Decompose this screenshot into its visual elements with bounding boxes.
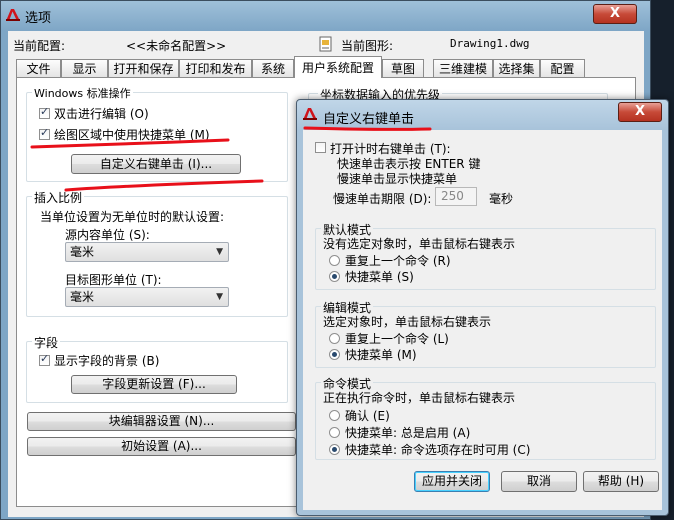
command-options-radio[interactable] <box>329 444 340 455</box>
windows-standard-title: Windows 标准操作 <box>32 85 133 101</box>
source-units-value: 毫米 <box>70 245 95 259</box>
slow-period-value: 250 <box>441 189 464 203</box>
current-profile-value: <<未命名配置>> <box>126 39 227 53</box>
chevron-down-icon: ▼ <box>216 292 223 302</box>
dialog-close-button[interactable]: X <box>618 102 662 122</box>
slow-period-label: 慢速单击期限 (D): <box>333 192 432 206</box>
default-mode-desc: 没有选定对象时，单击鼠标右键表示 <box>323 237 516 251</box>
apply-close-button[interactable]: 应用并关闭 <box>414 471 490 492</box>
edit-shortcut-radio[interactable] <box>329 349 340 360</box>
custom-rightclick-button[interactable]: 自定义右键单击 (I)... <box>71 154 241 174</box>
command-always-radio[interactable] <box>329 427 340 438</box>
tab-profiles[interactable]: 配置 <box>540 59 585 77</box>
close-icon: X <box>634 104 646 119</box>
field-title: 字段 <box>32 334 61 351</box>
block-editor-settings-button[interactable]: 块编辑器设置 (N)... <box>27 412 296 431</box>
help-button[interactable]: 帮助 (H) <box>583 471 659 492</box>
slow-click-text: 慢速单击显示快捷菜单 <box>337 172 458 186</box>
target-units-label: 目标图形单位 (T): <box>65 273 162 287</box>
dialog-client-area: 打开计时右键单击 (T): 快速单击表示按 ENTER 键 慢速单击显示快捷菜单… <box>303 130 662 510</box>
command-options-label: 快捷菜单: 命令选项存在时可用 (C) <box>345 443 531 457</box>
timer-rightclick-checkbox[interactable] <box>315 142 326 153</box>
field-background-checkbox[interactable] <box>39 352 50 366</box>
insert-scale-title: 插入比例 <box>32 189 85 206</box>
source-units-select[interactable]: 毫米 ▼ <box>65 242 229 262</box>
edit-mode-desc: 选定对象时，单击鼠标右键表示 <box>323 315 492 329</box>
app-icon <box>5 7 21 23</box>
custom-rightclick-dialog: 自定义右键单击 X 打开计时右键单击 (T): 快速单击表示按 ENTER 键 … <box>296 99 669 516</box>
shortcut-menu-checkbox[interactable] <box>39 126 50 140</box>
tab-system[interactable]: 系统 <box>252 59 294 77</box>
edit-repeat-radio[interactable] <box>329 333 340 344</box>
cancel-button[interactable]: 取消 <box>501 471 577 492</box>
window-title: 选项 <box>25 11 52 26</box>
insert-scale-desc: 当单位设置为无单位时的默认设置: <box>40 210 225 224</box>
current-drawing-label: 当前图形: <box>341 39 394 53</box>
current-profile-label: 当前配置: <box>13 39 66 53</box>
slow-period-unit: 毫秒 <box>489 192 514 206</box>
tab-3d-modeling[interactable]: 三维建模 <box>433 59 493 77</box>
dblclick-edit-label: 双击进行编辑 (O) <box>54 107 149 121</box>
tab-plot-publish[interactable]: 打印和发布 <box>179 59 252 77</box>
close-icon: X <box>609 6 621 21</box>
command-mode-desc: 正在执行命令时，单击鼠标右键表示 <box>323 391 516 405</box>
tab-user-preferences[interactable]: 用户系统配置 <box>294 56 382 78</box>
tab-files[interactable]: 文件 <box>16 59 61 77</box>
chevron-down-icon: ▼ <box>216 247 223 257</box>
target-units-value: 毫米 <box>70 290 95 304</box>
tab-open-save[interactable]: 打开和保存 <box>108 59 179 77</box>
tab-display[interactable]: 显示 <box>61 59 108 77</box>
source-units-label: 源内容单位 (S): <box>65 228 150 242</box>
tab-drafting[interactable]: 草图 <box>382 59 424 77</box>
field-background-label: 显示字段的背景 (B) <box>54 354 160 368</box>
default-shortcut-label: 快捷菜单 (S) <box>345 270 414 284</box>
edit-shortcut-label: 快捷菜单 (M) <box>345 348 417 362</box>
close-button[interactable]: X <box>593 4 637 24</box>
initial-settings-button[interactable]: 初始设置 (A)... <box>27 437 296 456</box>
dialog-title: 自定义右键单击 <box>323 112 415 127</box>
dblclick-edit-checkbox[interactable] <box>39 105 50 119</box>
current-drawing-value: Drawing1.dwg <box>450 37 530 50</box>
tab-strip: 文件 显示 打开和保存 打印和发布 系统 用户系统配置 草图 三维建模 选择集 … <box>16 56 636 78</box>
command-enter-label: 确认 (E) <box>345 409 390 423</box>
default-repeat-radio[interactable] <box>329 255 340 266</box>
target-units-select[interactable]: 毫米 ▼ <box>65 287 229 307</box>
edit-repeat-label: 重复上一个命令 (L) <box>345 332 449 346</box>
slow-period-input[interactable]: 250 <box>435 187 477 206</box>
drawing-icon <box>318 36 334 52</box>
dialog-app-icon <box>302 106 318 122</box>
default-repeat-label: 重复上一个命令 (R) <box>345 254 451 268</box>
tab-selection[interactable]: 选择集 <box>493 59 540 77</box>
field-update-button[interactable]: 字段更新设置 (F)... <box>71 375 237 394</box>
default-shortcut-radio[interactable] <box>329 271 340 282</box>
shortcut-menu-label: 绘图区域中使用快捷菜单 (M) <box>54 128 210 142</box>
command-enter-radio[interactable] <box>329 410 340 421</box>
command-always-label: 快捷菜单: 总是启用 (A) <box>345 426 471 440</box>
